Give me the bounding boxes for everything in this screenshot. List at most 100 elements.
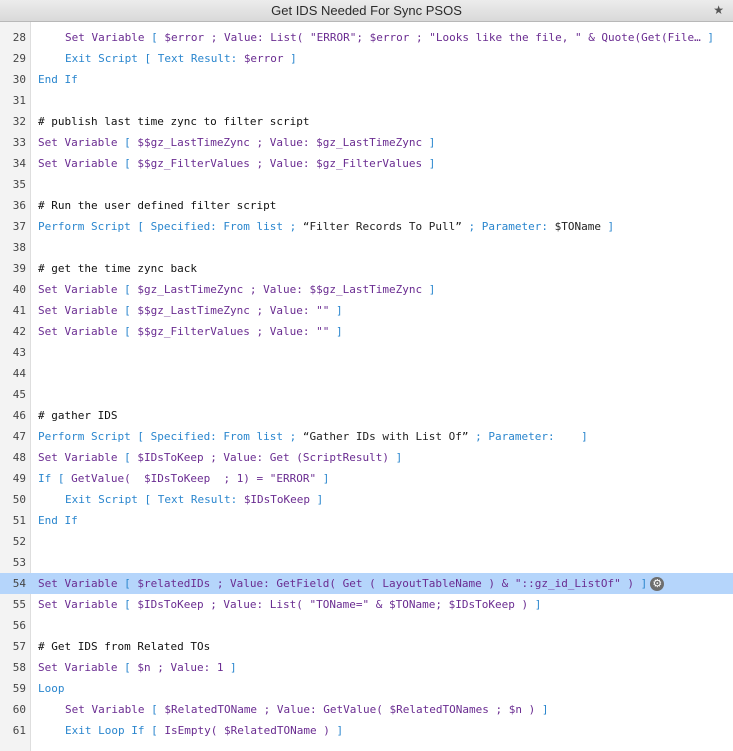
script-step[interactable]: 56 — [0, 615, 733, 636]
step-expression-text: Set Variable — [38, 661, 125, 674]
step-expression-text: $error ; Value: List( "ERROR"; $error ; … — [164, 31, 701, 44]
line-number: 32 — [12, 115, 26, 128]
script-step[interactable]: 50 Exit Script [ Text Result: $IDsToKeep … — [0, 489, 733, 510]
line-number: 39 — [12, 262, 26, 275]
step-option-text: [ — [124, 136, 138, 149]
script-step[interactable]: 40 Set Variable [ $gz_LastTimeZync ; Valu… — [0, 279, 733, 300]
script-step[interactable]: 47 Perform Script [ Specified: From list … — [0, 426, 733, 447]
step-expression-text: $IDsToKeep — [243, 493, 311, 506]
star-icon[interactable]: ★ — [713, 3, 724, 17]
script-step[interactable]: 51 End If — [0, 510, 733, 531]
script-editor[interactable]: 27If [ $error <> 0 ]28Set Variable [ $er… — [0, 22, 733, 751]
comment-text: # Get IDS from Related TOs — [38, 640, 211, 653]
step-option-text: ] — [422, 136, 436, 149]
script-step[interactable]: 29 Exit Script [ Text Result: $error ] — [0, 48, 733, 69]
step-option-text: ] — [422, 157, 436, 170]
script-step[interactable]: 36 # Run the user defined filter script — [0, 195, 733, 216]
step-option-text: [ — [124, 325, 138, 338]
script-lines: 27If [ $error <> 0 ]28Set Variable [ $er… — [0, 22, 733, 741]
step-option-text: Exit Script [ Text Result: — [65, 493, 244, 506]
line-number: 53 — [12, 556, 26, 569]
step-option-text: ] — [600, 220, 615, 233]
script-step[interactable]: 52 — [0, 531, 733, 552]
script-step[interactable]: 31 — [0, 90, 733, 111]
script-step[interactable]: 45 — [0, 384, 733, 405]
step-option-text: [ — [124, 451, 138, 464]
step-expression-text: $gz_LastTimeZync ; Value: $$gz_LastTimeZ… — [137, 283, 423, 296]
script-step[interactable]: 42 Set Variable [ $$gz_FilterValues ; Val… — [0, 321, 733, 342]
gear-icon[interactable]: ⚙ — [650, 577, 665, 591]
script-step[interactable]: 53 — [0, 552, 733, 573]
step-option-text: ] — [329, 325, 343, 338]
step-expression-text: $$gz_LastTimeZync ; Value: $gz_LastTimeZ… — [137, 136, 423, 149]
script-step[interactable]: 59 Loop — [0, 678, 733, 699]
script-step-selected[interactable]: 54 Set Variable [ $relatedIDs ; Value: Ge… — [0, 573, 733, 594]
step-option-text: ; Parameter: — [461, 220, 555, 233]
step-text: Set Variable [ $RelatedTOName ; Value: G… — [65, 699, 548, 720]
script-step[interactable]: 58 Set Variable [ $n ; Value: 1 ] — [0, 657, 733, 678]
step-text: End If — [38, 69, 78, 90]
step-option-text: ] — [310, 493, 324, 506]
script-step[interactable]: 35 — [0, 174, 733, 195]
step-expression-text: $error — [243, 52, 284, 65]
line-number: 50 — [12, 493, 26, 506]
script-step[interactable]: 43 — [0, 342, 733, 363]
comment-text: # get the time zync back — [38, 262, 197, 275]
step-expression-text: $$gz_FilterValues ; Value: $gz_FilterVal… — [137, 157, 423, 170]
script-step[interactable]: 38 — [0, 237, 733, 258]
step-option-text: Exit Script [ Text Result: — [65, 52, 244, 65]
comment-text: # gather IDS — [38, 409, 118, 422]
step-expression-text: $error <> 0 — [71, 22, 144, 23]
script-step[interactable]: 34 Set Variable [ $$gz_FilterValues ; Val… — [0, 153, 733, 174]
line-number: 38 — [12, 241, 26, 254]
script-step[interactable]: 39 # get the time zync back — [0, 258, 733, 279]
line-number: 56 — [12, 619, 26, 632]
comment-text: # Run the user defined filter script — [38, 199, 277, 212]
script-step[interactable]: 37 Perform Script [ Specified: From list … — [0, 216, 733, 237]
step-text: Set Variable [ $gz_LastTimeZync ; Value:… — [38, 279, 435, 300]
script-step[interactable]: 61 Exit Loop If [ IsEmpty( $RelatedTOName… — [0, 720, 733, 741]
line-number: 36 — [12, 199, 26, 212]
comment-text: # publish last time zync to filter scrip… — [38, 115, 310, 128]
step-option-text: [ — [151, 703, 165, 716]
step-option-text: ] — [422, 283, 436, 296]
line-number: 58 — [12, 661, 26, 674]
script-step[interactable]: 33 Set Variable [ $$gz_LastTimeZync ; Val… — [0, 132, 733, 153]
step-option-text: ] — [634, 577, 648, 590]
step-text: Perform Script [ Specified: From list ; … — [38, 216, 614, 237]
script-step[interactable]: 46 # gather IDS — [0, 405, 733, 426]
step-text: # gather IDS — [38, 405, 117, 426]
step-text: Set Variable [ $IDsToKeep ; Value: Get (… — [38, 447, 402, 468]
script-step[interactable]: 57 # Get IDS from Related TOs — [0, 636, 733, 657]
script-step[interactable]: 44 — [0, 363, 733, 384]
line-number: 44 — [12, 367, 26, 380]
line-number: 61 — [12, 724, 26, 737]
script-step[interactable]: 49 If [ GetValue( $IDsToKeep ; 1) = "ERRO… — [0, 468, 733, 489]
line-number: 46 — [12, 409, 26, 422]
script-step[interactable]: 55 Set Variable [ $IDsToKeep ; Value: Lis… — [0, 594, 733, 615]
step-option-text: Loop — [38, 682, 65, 695]
step-option-text: [ — [124, 304, 138, 317]
line-number: 47 — [12, 430, 26, 443]
script-step[interactable]: 28 Set Variable [ $error ; Value: List( "… — [0, 27, 733, 48]
step-expression-text: $$gz_FilterValues ; Value: "" — [137, 325, 330, 338]
step-text: If [ GetValue( $IDsToKeep ; 1) = "ERROR"… — [38, 468, 329, 489]
step-expression-text: Set Variable — [38, 451, 125, 464]
step-expression-text: Set Variable — [38, 577, 125, 590]
script-step[interactable]: 32 # publish last time zync to filter scr… — [0, 111, 733, 132]
step-option-text: ] — [316, 472, 330, 485]
step-option-text: Perform Script [ Specified: From list ; — [38, 430, 303, 443]
script-step[interactable]: 41 Set Variable [ $$gz_LastTimeZync ; Val… — [0, 300, 733, 321]
step-text: # Get IDS from Related TOs — [38, 636, 210, 657]
script-step[interactable]: 48 Set Variable [ $IDsToKeep ; Value: Get… — [0, 447, 733, 468]
line-number: 37 — [12, 220, 26, 233]
step-expression-text: IsEmpty( $RelatedTOName ) — [164, 724, 330, 737]
line-number: 29 — [12, 52, 26, 65]
script-step[interactable]: 60 Set Variable [ $RelatedTOName ; Value:… — [0, 699, 733, 720]
step-text: Exit Script [ Text Result: $IDsToKeep ] — [65, 489, 323, 510]
window-titlebar[interactable]: Get IDS Needed For Sync PSOS ★ — [0, 0, 733, 22]
step-expression-text: Set Variable — [38, 157, 125, 170]
step-expression-text: $RelatedTOName ; Value: GetValue( $Relat… — [164, 703, 536, 716]
script-step[interactable]: 30 End If — [0, 69, 733, 90]
line-number: 48 — [12, 451, 26, 464]
